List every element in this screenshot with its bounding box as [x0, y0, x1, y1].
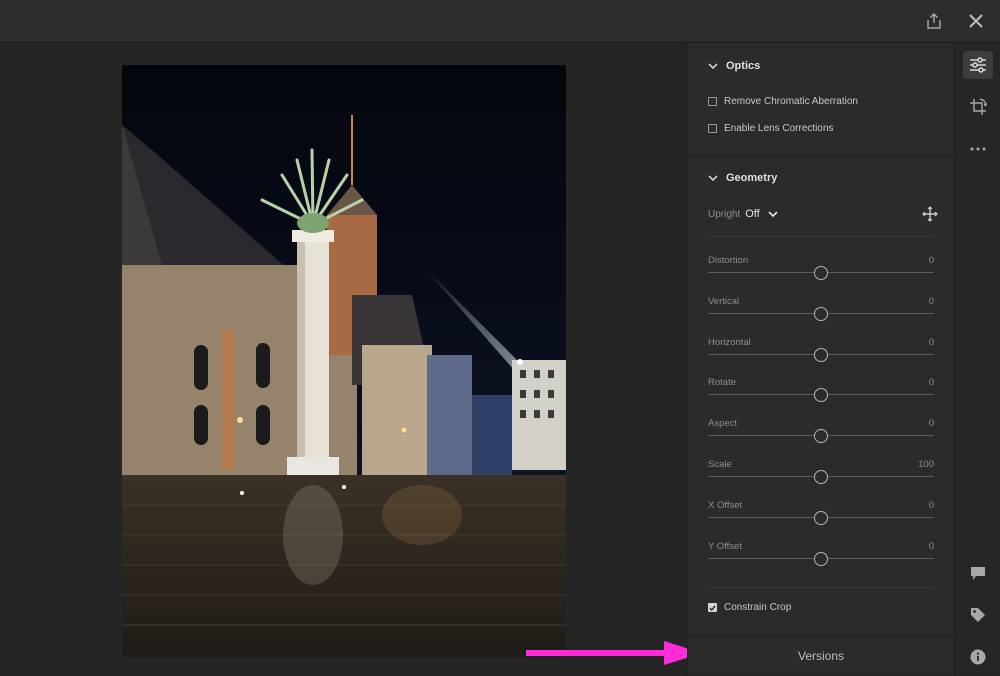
slider-value[interactable]: 0 — [929, 337, 934, 348]
edit-panel: Optics Remove Chromatic Aberration Enabl… — [687, 43, 954, 675]
slider-label: Rotate — [708, 377, 736, 389]
slider-label: Aspect — [708, 418, 738, 430]
slider-value[interactable]: 0 — [929, 418, 934, 429]
info-icon — [970, 649, 986, 665]
chevron-down-icon — [768, 210, 778, 217]
tag-icon — [971, 608, 985, 622]
remove-chromatic-aberration-label: Remove Chromatic Aberration — [724, 96, 858, 107]
slider-y-offset[interactable]: Y Offset 0 — [708, 541, 934, 581]
slider-label: Scale — [708, 459, 732, 470]
slider-scale[interactable]: Scale 100 — [708, 459, 934, 499]
enable-lens-corrections-checkbox[interactable] — [708, 124, 717, 133]
top-bar — [0, 0, 1000, 43]
tool-rail — [954, 43, 1000, 675]
photo-preview — [122, 65, 566, 657]
slider-vertical[interactable]: Vertical 0 — [708, 296, 934, 336]
upright-divider — [708, 236, 934, 237]
slider-thumb[interactable] — [814, 306, 828, 321]
slider-value[interactable]: 0 — [929, 541, 934, 552]
slider-thumb[interactable] — [814, 429, 828, 444]
crop-rotate-icon — [970, 98, 987, 115]
comment-icon — [971, 566, 985, 580]
more-icon — [970, 147, 986, 151]
slider-value[interactable]: 100 — [918, 459, 934, 470]
optics-section-header[interactable]: Optics — [708, 60, 760, 72]
chevron-down-icon — [708, 62, 718, 69]
close-button[interactable] — [963, 8, 989, 34]
checkmark-icon — [709, 604, 716, 611]
share-icon — [927, 13, 941, 29]
slider-label: Distortion — [708, 255, 749, 266]
versions-label: Versions — [797, 649, 845, 663]
guided-upright-button[interactable] — [922, 206, 938, 227]
slider-thumb[interactable] — [814, 470, 828, 484]
enable-lens-corrections-label: Enable Lens Corrections — [724, 123, 834, 134]
comments-button[interactable] — [963, 559, 993, 587]
slider-value[interactable]: 0 — [929, 500, 934, 511]
slider-label: Horizontal — [708, 336, 751, 348]
remove-chromatic-aberration-option[interactable]: Remove Chromatic Aberration — [708, 96, 858, 107]
slider-value[interactable]: 0 — [929, 255, 934, 266]
slider-label: Y Offset — [708, 540, 742, 552]
more-options-button[interactable] — [963, 135, 993, 163]
chevron-down-icon — [708, 174, 718, 181]
keywords-button[interactable] — [963, 601, 993, 629]
guided-upright-icon — [922, 206, 938, 222]
edit-tool-button[interactable] — [963, 51, 993, 79]
slider-label: X Offset — [708, 499, 743, 511]
optics-title: Optics — [726, 60, 761, 72]
slider-thumb[interactable] — [814, 551, 828, 566]
slider-distortion[interactable]: Distortion 0 — [708, 255, 934, 295]
constrain-crop-option[interactable]: Constrain Crop — [708, 602, 791, 613]
slider-thumb[interactable] — [814, 347, 828, 362]
upright-value: Off — [745, 208, 760, 220]
slider-value[interactable]: 0 — [929, 296, 934, 307]
annotation-arrow — [526, 641, 702, 665]
sliders-divider — [708, 587, 934, 588]
info-button[interactable] — [963, 643, 993, 671]
slider-value[interactable]: 0 — [929, 377, 934, 388]
slider-rotate[interactable]: Rotate 0 — [708, 377, 934, 417]
upright-label: Upright — [708, 208, 741, 220]
slider-x-offset[interactable]: X Offset 0 — [708, 500, 934, 540]
slider-thumb[interactable] — [814, 510, 828, 525]
slider-horizontal[interactable]: Horizontal 0 — [708, 337, 934, 377]
slider-thumb[interactable] — [814, 388, 828, 403]
share-button[interactable] — [921, 8, 947, 34]
close-icon — [969, 14, 983, 28]
slider-label: Vertical — [708, 295, 740, 307]
upright-dropdown[interactable]: Upright Off — [708, 208, 778, 220]
crop-tool-button[interactable] — [963, 93, 993, 121]
section-divider — [688, 155, 954, 156]
slider-thumb[interactable] — [814, 266, 828, 280]
constrain-crop-checkbox[interactable] — [708, 603, 717, 612]
sliders-icon — [970, 57, 986, 73]
constrain-crop-label: Constrain Crop — [724, 602, 792, 613]
versions-button[interactable]: Versions — [688, 635, 954, 676]
remove-chromatic-aberration-checkbox[interactable] — [708, 97, 717, 106]
enable-lens-corrections-option[interactable]: Enable Lens Corrections — [708, 123, 834, 134]
image-canvas[interactable] — [0, 43, 702, 675]
photo-night-church-scene — [122, 65, 566, 657]
slider-aspect[interactable]: Aspect 0 — [708, 418, 934, 458]
geometry-title: Geometry — [726, 172, 778, 184]
geometry-section-header[interactable]: Geometry — [708, 172, 777, 184]
